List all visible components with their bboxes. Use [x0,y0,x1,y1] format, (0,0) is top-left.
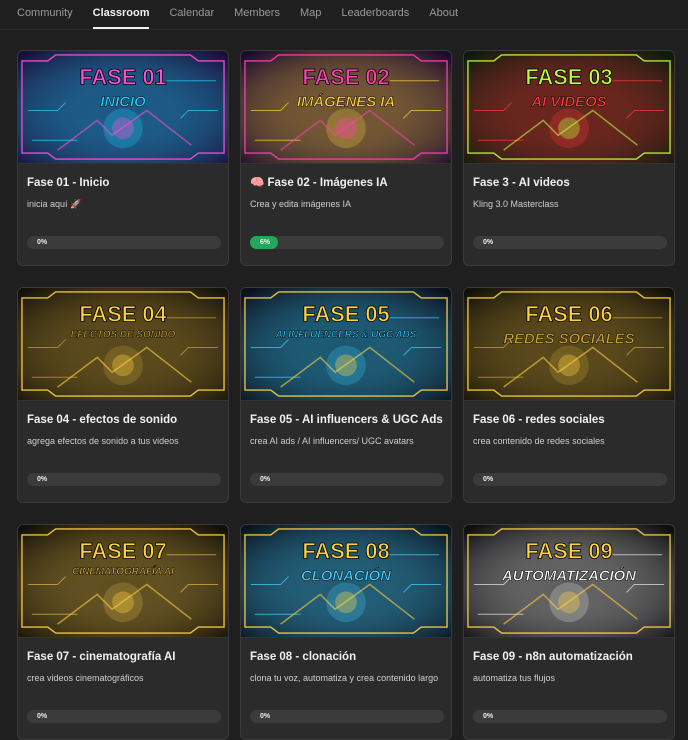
progress-bar: 0% [473,236,667,249]
course-thumbnail: FASE 02 IMÁGENES IA [241,51,451,164]
progress-bar: 0% [250,710,444,723]
course-card[interactable]: FASE 07 CINEMATOGRAFÍA AI Fase 07 - cine… [17,524,229,740]
course-description: automatiza tus flujos [473,673,556,683]
svg-text:FASE 09: FASE 09 [525,539,612,564]
progress-bar: 0% [27,236,221,249]
course-card[interactable]: FASE 02 IMÁGENES IA 🧠 Fase 02 - Imágenes… [240,50,452,266]
tab-map[interactable]: Map [300,0,321,30]
course-grid: FASE 01 INICIO Fase 01 - Inicio inicia aq… [17,50,677,740]
course-description: crea videos cinematográficos [27,673,144,683]
progress-bar: 6% [250,236,444,249]
clapper-icon: FASE 07 CINEMATOGRAFÍA AI [18,525,228,637]
course-title[interactable]: Fase 07 - cinematografía AI [27,650,228,664]
course-card[interactable]: FASE 09 AUTOMATIZACIÓN Fase 09 - n8n aut… [463,524,675,740]
course-description: Crea y edita imágenes IA [250,199,352,209]
course-thumbnail: FASE 06 REDES SOCIALES [464,288,674,401]
course-title[interactable]: Fase 3 - AI videos [473,176,674,190]
svg-text:AI INFLUENCERS & UGC ADS: AI INFLUENCERS & UGC ADS [275,330,417,341]
svg-text:AI VIDEOS: AI VIDEOS [530,95,606,111]
progress-label: 0% [37,713,48,720]
course-description: clona tu voz, automatiza y crea contenid… [250,673,439,683]
rocket-icon: FASE 01 INICIO [18,51,228,163]
course-card[interactable]: FASE 01 INICIO Fase 01 - Inicio inicia aq… [17,50,229,266]
course-card[interactable]: FASE 05 AI INFLUENCERS & UGC ADS Fase 05… [240,287,452,503]
camera-icon: FASE 03 AI VIDEOS [464,51,674,163]
course-title[interactable]: Fase 01 - Inicio [27,176,228,190]
course-description: crea contenido de redes sociales [473,436,605,446]
progress-label: 0% [483,713,494,720]
course-description: agrega efectos de sonido a tus videos [27,436,179,446]
tab-leaderboards[interactable]: Leaderboards [341,0,409,30]
svg-text:CLONACIÓN: CLONACIÓN [301,567,391,585]
course-card[interactable]: FASE 03 AI VIDEOS Fase 3 - AI videos Klin… [463,50,675,266]
course-thumbnail: FASE 03 AI VIDEOS [464,51,674,164]
course-title[interactable]: Fase 09 - n8n automatización [473,650,674,664]
course-thumbnail: FASE 07 CINEMATOGRAFÍA AI [18,525,228,638]
course-description: Kling 3.0 Masterclass [473,199,559,209]
progress-label: 0% [483,239,494,246]
course-thumbnail: FASE 08 CLONACIÓN [241,525,451,638]
svg-text:FASE 03: FASE 03 [525,65,612,90]
course-thumbnail: FASE 01 INICIO [18,51,228,164]
svg-text:FASE 01: FASE 01 [79,65,166,90]
svg-text:CINEMATOGRAFÍA AI: CINEMATOGRAFÍA AI [72,567,174,578]
svg-text:REDES SOCIALES: REDES SOCIALES [503,332,634,348]
progress-bar: 0% [27,710,221,723]
course-title[interactable]: 🧠 Fase 02 - Imágenes IA [250,176,451,190]
svg-text:FASE 07: FASE 07 [79,539,166,564]
brain-icon: FASE 02 IMÁGENES IA [241,51,451,163]
tab-community[interactable]: Community [17,0,73,30]
svg-text:FASE 08: FASE 08 [302,539,389,564]
svg-text:FASE 05: FASE 05 [302,302,389,327]
course-title[interactable]: Fase 05 - AI influencers & UGC Ads [250,413,451,427]
svg-text:AUTOMATIZACIÓN: AUTOMATIZACIÓN [501,567,636,585]
course-thumbnail: FASE 09 AUTOMATIZACIÓN [464,525,674,638]
progress-bar: 0% [250,473,444,486]
avatar-icon: FASE 05 AI INFLUENCERS & UGC ADS [241,288,451,400]
clone-icon: FASE 08 CLONACIÓN [241,525,451,637]
progress-label: 0% [260,713,271,720]
network-icon: FASE 06 REDES SOCIALES [464,288,674,400]
course-card[interactable]: FASE 06 REDES SOCIALES Fase 06 - redes s… [463,287,675,503]
course-description: crea AI ads / AI influencers/ UGC avatar… [250,436,414,446]
svg-text:INICIO: INICIO [100,95,146,111]
course-thumbnail: FASE 05 AI INFLUENCERS & UGC ADS [241,288,451,401]
svg-text:FASE 02: FASE 02 [302,65,389,90]
course-card[interactable]: FASE 04 EFECTOS DE SONIDO Fase 04 - efec… [17,287,229,503]
soundwave-icon: FASE 04 EFECTOS DE SONIDO [18,288,228,400]
svg-text:FASE 06: FASE 06 [525,302,612,327]
svg-text:EFECTOS DE SONIDO: EFECTOS DE SONIDO [71,330,176,341]
progress-label: 0% [260,476,271,483]
progress-bar: 0% [473,710,667,723]
progress-bar: 0% [473,473,667,486]
progress-label: 6% [250,236,278,249]
progress-bar: 0% [27,473,221,486]
tab-about[interactable]: About [429,0,458,30]
progress-label: 0% [37,239,48,246]
course-title[interactable]: Fase 04 - efectos de sonido [27,413,228,427]
svg-text:FASE 04: FASE 04 [79,302,166,327]
classroom-nav: Community Classroom Calendar Members Map… [0,0,688,30]
progress-label: 0% [37,476,48,483]
svg-text:IMÁGENES IA: IMÁGENES IA [297,94,395,111]
course-title[interactable]: Fase 08 - clonación [250,650,451,664]
flow-icon: FASE 09 AUTOMATIZACIÓN [464,525,674,637]
tab-calendar[interactable]: Calendar [169,0,214,30]
course-description: inicia aquí 🚀 [27,199,82,209]
tab-classroom[interactable]: Classroom [92,0,149,30]
course-thumbnail: FASE 04 EFECTOS DE SONIDO [18,288,228,401]
course-card[interactable]: FASE 08 CLONACIÓN Fase 08 - clonación clo… [240,524,452,740]
course-title[interactable]: Fase 06 - redes sociales [473,413,674,427]
progress-label: 0% [483,476,494,483]
tab-members[interactable]: Members [234,0,280,30]
